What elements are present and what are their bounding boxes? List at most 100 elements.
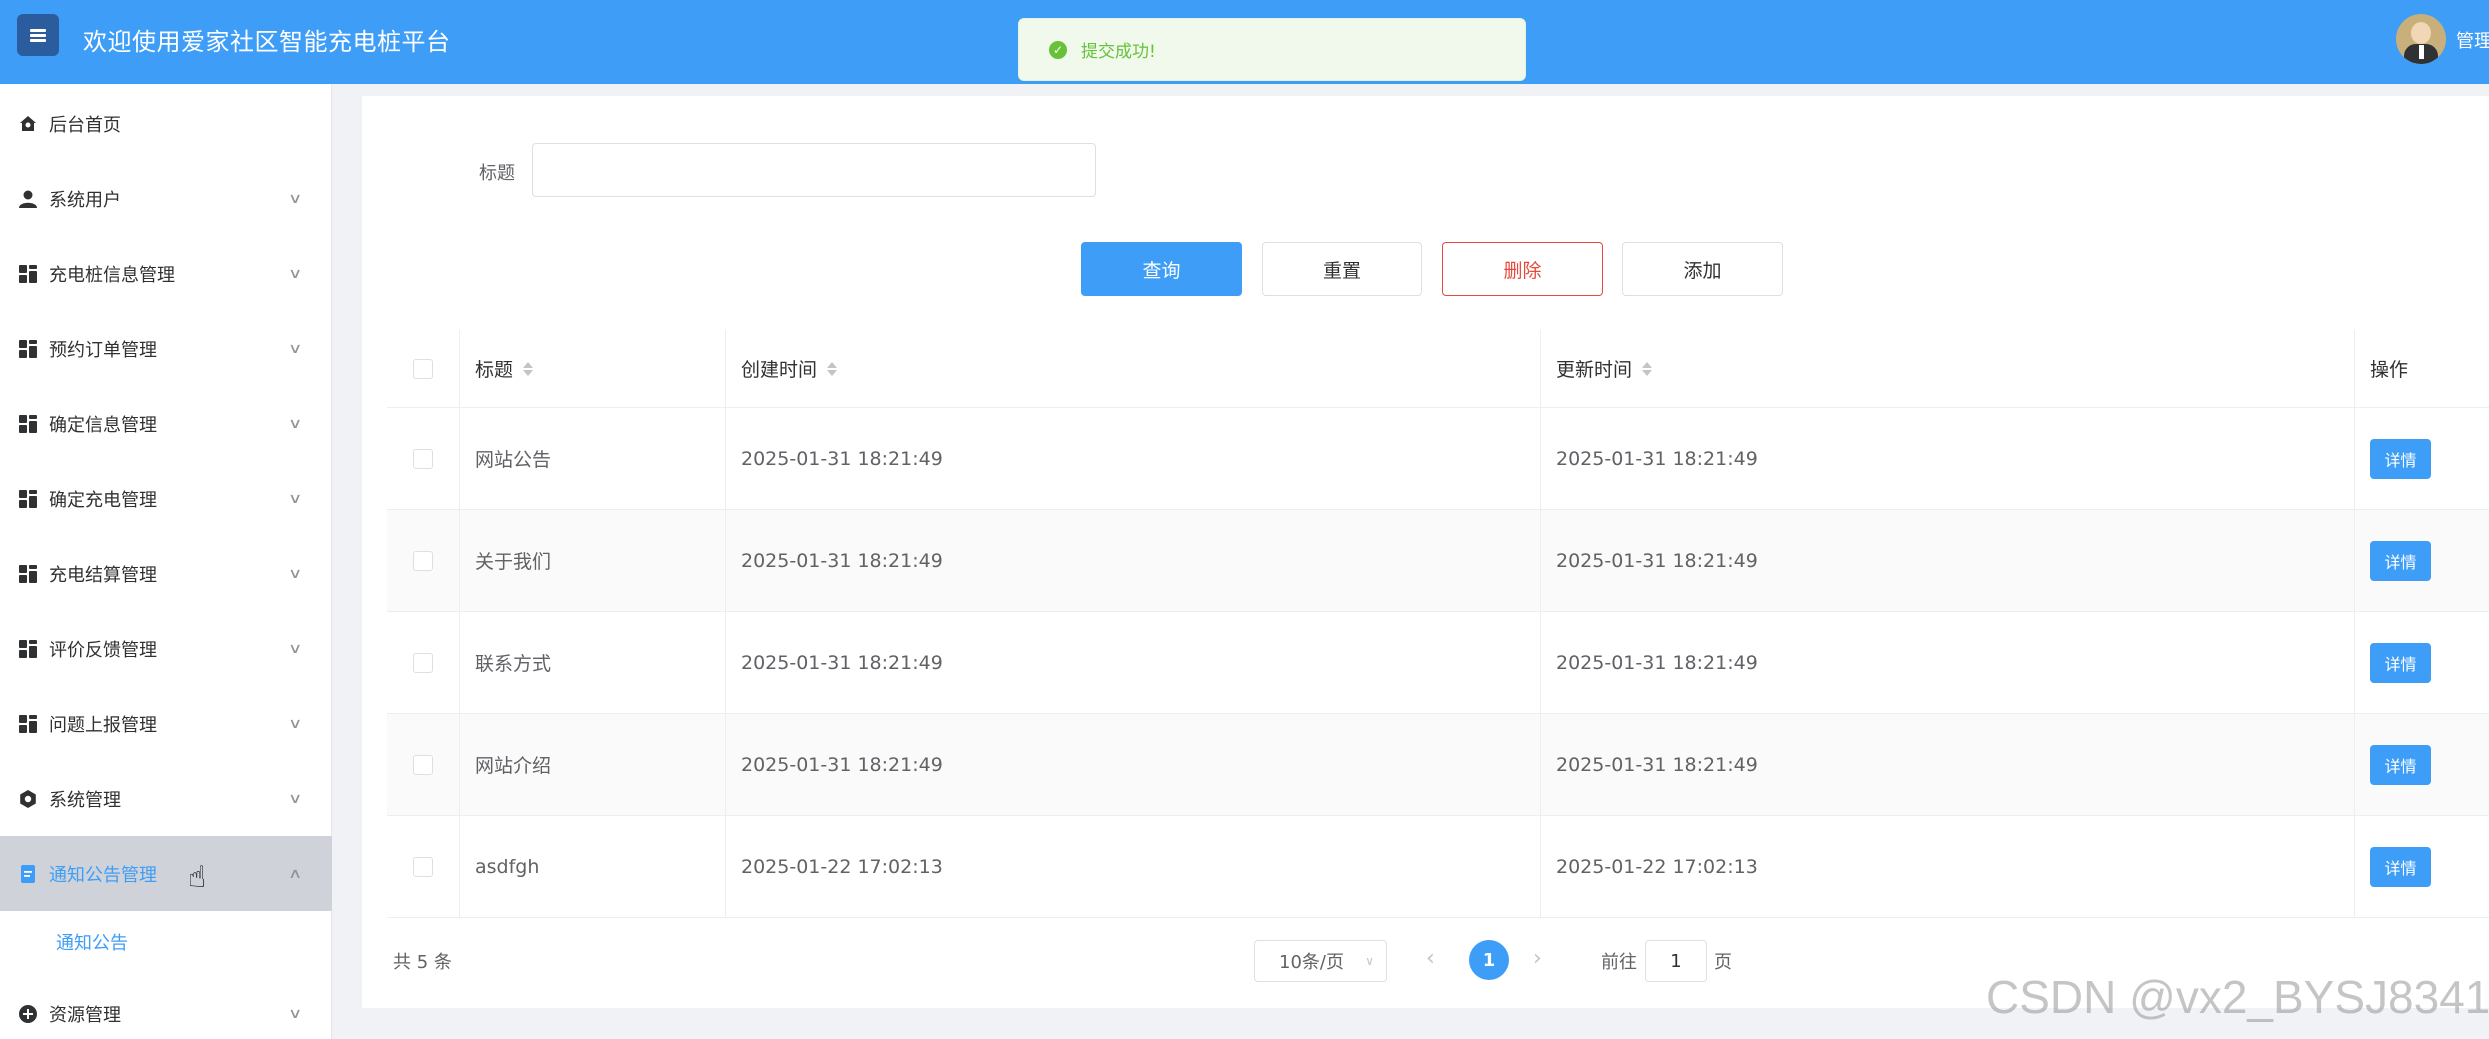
chevron-down-icon: ∨ (287, 565, 303, 582)
chevron-down-icon: ∨ (287, 790, 303, 807)
menu-toggle-button[interactable] (17, 14, 59, 56)
cell-title: 关于我们 (460, 510, 726, 611)
sidebar-subitem-notice[interactable]: 通知公告 (0, 907, 332, 977)
sidebar: 后台首页 系统用户 ∨ 充电桩信息管理 ∨ 预约订单管理 ∨ 确定信息管理 ∨ … (0, 84, 332, 1039)
sidebar-item-label: 通知公告管理 (49, 864, 157, 886)
header-action: 操作 (2370, 359, 2409, 381)
detail-button[interactable]: 详情 (2370, 438, 2431, 479)
cell-created: 2025-01-22 17:02:13 (726, 816, 1541, 917)
chevron-down-icon: ∨ (287, 715, 303, 732)
sidebar-item-settlement[interactable]: 充电结算管理 ∨ (0, 536, 332, 611)
sidebar-item-pile-info[interactable]: 充电桩信息管理 ∨ (0, 236, 332, 311)
add-button[interactable]: 添加 (1622, 242, 1783, 296)
sidebar-item-confirm-charging[interactable]: 确定充电管理 ∨ (0, 461, 332, 536)
sidebar-item-resources[interactable]: 资源管理 ∨ (0, 976, 332, 1039)
sidebar-item-home[interactable]: 后台首页 (0, 86, 332, 161)
chevron-down-icon: ∨ (287, 265, 303, 282)
cell-title: asdfgh (460, 816, 726, 917)
row-checkbox[interactable] (413, 754, 433, 775)
page-size-value: 10条/页 (1279, 952, 1344, 973)
document-icon (18, 864, 38, 884)
page-number-button[interactable]: 1 (1469, 940, 1509, 980)
detail-button[interactable]: 详情 (2370, 846, 2431, 887)
sidebar-item-label: 资源管理 (49, 1004, 121, 1026)
app-title: 欢迎使用爱家社区智能充电桩平台 (83, 28, 451, 56)
sidebar-item-issue-report[interactable]: 问题上报管理 ∨ (0, 686, 332, 761)
chevron-down-icon: ∨ (287, 1005, 303, 1022)
table-row: 联系方式 2025-01-31 18:21:49 2025-01-31 18:2… (387, 612, 2489, 714)
chevron-down-icon: ∨ (287, 340, 303, 357)
prev-page-icon[interactable]: ‹ (1426, 946, 1435, 971)
grid-icon (18, 414, 38, 434)
grid-icon (18, 339, 38, 359)
title-search-input[interactable] (532, 143, 1096, 197)
pagination-total: 共 5 条 (393, 952, 452, 973)
cell-created: 2025-01-31 18:21:49 (726, 714, 1541, 815)
header-created: 创建时间 (741, 359, 818, 381)
success-toast: ✓ 提交成功! (1018, 18, 1526, 81)
cell-created: 2025-01-31 18:21:49 (726, 408, 1541, 509)
reset-button[interactable]: 重置 (1262, 242, 1422, 296)
sidebar-item-label: 后台首页 (49, 114, 121, 136)
table-row: 网站介绍 2025-01-31 18:21:49 2025-01-31 18:2… (387, 714, 2489, 816)
home-icon (18, 114, 38, 134)
grid-icon (18, 564, 38, 584)
pointer-cursor-icon: ☝ (188, 860, 207, 895)
sort-icon[interactable] (523, 361, 534, 376)
sidebar-item-label: 系统管理 (49, 789, 121, 811)
toast-message: 提交成功! (1081, 42, 1156, 62)
sidebar-item-notice[interactable]: 通知公告管理 ∧ (0, 836, 332, 911)
hamburger-icon (30, 28, 46, 42)
watermark: CSDN @vx2_BYSJ8341 (1986, 971, 2489, 1023)
cell-created: 2025-01-31 18:21:49 (726, 510, 1541, 611)
chevron-down-icon: ∨ (1365, 954, 1374, 968)
next-page-icon[interactable]: › (1533, 946, 1542, 971)
goto-page-input[interactable] (1645, 940, 1707, 982)
row-checkbox[interactable] (413, 856, 433, 877)
sidebar-item-system-admin[interactable]: 系统管理 ∨ (0, 761, 332, 836)
sidebar-item-label: 评价反馈管理 (49, 639, 157, 661)
sidebar-item-label: 确定充电管理 (49, 489, 157, 511)
cell-title: 网站介绍 (460, 714, 726, 815)
cell-title: 网站公告 (460, 408, 726, 509)
table-header-row: 标题 创建时间 更新时间 操作 (387, 330, 2489, 408)
sort-icon[interactable] (1642, 361, 1653, 376)
table-row: 关于我们 2025-01-31 18:21:49 2025-01-31 18:2… (387, 510, 2489, 612)
sidebar-item-booking-orders[interactable]: 预约订单管理 ∨ (0, 311, 332, 386)
header-title: 标题 (475, 359, 514, 381)
sidebar-item-system-users[interactable]: 系统用户 ∨ (0, 161, 332, 236)
row-checkbox[interactable] (413, 550, 433, 571)
select-all-checkbox[interactable] (413, 358, 433, 379)
cell-title: 联系方式 (460, 612, 726, 713)
query-button[interactable]: 查询 (1081, 242, 1242, 296)
row-checkbox[interactable] (413, 652, 433, 673)
detail-button[interactable]: 详情 (2370, 540, 2431, 581)
sidebar-item-confirm-info[interactable]: 确定信息管理 ∨ (0, 386, 332, 461)
delete-button[interactable]: 删除 (1442, 242, 1603, 296)
chevron-down-icon: ∨ (287, 415, 303, 432)
user-name[interactable]: 管理 (2456, 27, 2489, 53)
goto-unit: 页 (1714, 952, 1732, 973)
plus-circle-icon (18, 1004, 38, 1024)
sidebar-item-label: 确定信息管理 (49, 414, 157, 436)
sidebar-subitem-label: 通知公告 (56, 933, 128, 954)
cell-updated: 2025-01-31 18:21:49 (1541, 714, 2355, 815)
page-size-select[interactable]: 10条/页 ∨ (1254, 940, 1387, 982)
sidebar-item-label: 问题上报管理 (49, 714, 157, 736)
detail-button[interactable]: 详情 (2370, 744, 2431, 785)
grid-icon (18, 489, 38, 509)
table-row: 网站公告 2025-01-31 18:21:49 2025-01-31 18:2… (387, 408, 2489, 510)
cell-updated: 2025-01-31 18:21:49 (1541, 408, 2355, 509)
row-checkbox[interactable] (413, 448, 433, 469)
sidebar-item-feedback[interactable]: 评价反馈管理 ∨ (0, 611, 332, 686)
avatar[interactable] (2396, 14, 2446, 64)
sort-icon[interactable] (827, 361, 838, 376)
detail-button[interactable]: 详情 (2370, 642, 2431, 683)
grid-icon (18, 639, 38, 659)
sidebar-item-label: 充电结算管理 (49, 564, 157, 586)
chevron-up-icon: ∧ (287, 865, 303, 882)
table-row: asdfgh 2025-01-22 17:02:13 2025-01-22 17… (387, 816, 2489, 918)
cell-updated: 2025-01-22 17:02:13 (1541, 816, 2355, 917)
chevron-down-icon: ∨ (287, 640, 303, 657)
cell-updated: 2025-01-31 18:21:49 (1541, 510, 2355, 611)
